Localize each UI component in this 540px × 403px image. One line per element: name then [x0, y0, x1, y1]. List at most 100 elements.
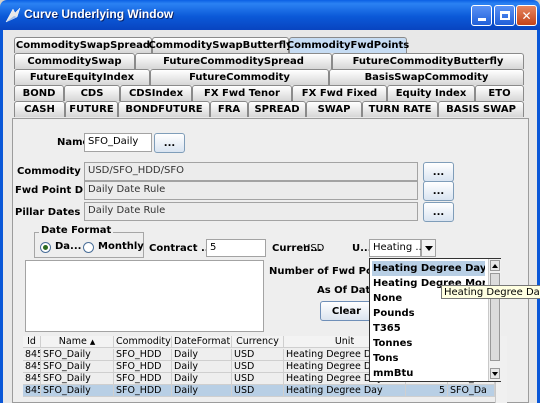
cell-id: 8455 [23, 361, 41, 373]
tab-turn-rate[interactable]: TURN RATE [362, 101, 438, 117]
col-commodity[interactable]: Commodity [114, 336, 172, 348]
sort-icon: ▲ [89, 338, 96, 346]
tab-future-equity-index[interactable]: FutureEquityIndex [14, 69, 150, 85]
commodity-label: Commodity [17, 166, 81, 177]
cell-currency: USD [232, 373, 284, 385]
col-currency[interactable]: Currency [232, 336, 284, 348]
cell-name: SFO_Daily [41, 349, 114, 361]
tab-swap[interactable]: SWAP [306, 101, 362, 117]
app-icon [5, 7, 21, 23]
tab-cds-index[interactable]: CDSIndex [120, 85, 192, 101]
cell-id: 8454 [23, 349, 41, 361]
table-row-selected[interactable]: 8457 SFO_Daily SFO_HDD Daily USD Heating… [23, 385, 495, 397]
window-title: Curve Underlying Window [24, 7, 174, 21]
unit-option[interactable]: Tonnes [372, 336, 485, 351]
unit-combo[interactable]: Heating ... [369, 239, 425, 257]
radio-daily-label: Da... [55, 241, 82, 252]
cell-name: SFO_Daily [41, 361, 114, 373]
tab-basis-swap[interactable]: BASIS SWAP [438, 101, 524, 117]
chevron-down-icon [424, 245, 433, 251]
radio-monthly[interactable] [83, 242, 94, 253]
tab-commodity-swap-butterfly[interactable]: CommoditySwapButterfly [148, 37, 293, 53]
cell-unit: Heating Degree Day [284, 385, 406, 397]
chevron-down-icon [492, 371, 498, 376]
cell-commodity: SFO_HDD [114, 385, 172, 397]
unit-option[interactable]: T365 [372, 321, 485, 336]
tab-future-commodity-butterfly[interactable]: FutureCommodityButterfly [332, 53, 524, 69]
chevron-up-icon [492, 263, 498, 268]
fwd-point-label: Fwd Point D... [15, 185, 95, 196]
commodity-field[interactable]: USD/SFO_HDD/SFO [84, 162, 418, 181]
scroll-down-arrow[interactable] [490, 368, 500, 379]
tab-fx-fwd-fixed[interactable]: FX Fwd Fixed [292, 85, 387, 101]
unit-option[interactable]: Tons [372, 351, 485, 366]
cell-extra-1: 5 [406, 385, 448, 397]
cell-id: 8456 [23, 373, 41, 385]
cell-extra-2: SFO_Da [448, 385, 495, 397]
tab-bond[interactable]: BOND [14, 85, 64, 101]
contract-label: Contract ... [149, 243, 213, 254]
cell-dateformat: Daily [172, 373, 232, 385]
cell-commodity: SFO_HDD [114, 349, 172, 361]
radio-daily[interactable] [40, 242, 51, 253]
unit-option[interactable]: mmBtu [372, 366, 485, 381]
cell-currency: USD [232, 385, 284, 397]
cell-commodity: SFO_HDD [114, 373, 172, 385]
tab-equity-index[interactable]: Equity Index [387, 85, 475, 101]
cell-id: 8457 [23, 385, 41, 397]
col-id[interactable]: Id [23, 336, 41, 348]
cell-currency: USD [232, 361, 284, 373]
tab-future[interactable]: FUTURE [65, 101, 118, 117]
pillar-dates-browse-button[interactable]: ... [423, 202, 454, 222]
cell-currency: USD [232, 349, 284, 361]
cell-commodity: SFO_HDD [114, 361, 172, 373]
cell-dateformat: Daily [172, 361, 232, 373]
tab-commodity-swap-spread[interactable]: CommoditySwapSpread [14, 37, 152, 53]
tooltip: Heating Degree Day [441, 285, 540, 299]
cell-dateformat: Daily [172, 385, 232, 397]
date-format-legend: Date Format [39, 225, 114, 236]
tab-cds[interactable]: CDS [64, 85, 120, 101]
name-browse-button[interactable]: ... [154, 133, 185, 153]
maximize-button[interactable] [494, 5, 515, 26]
pillar-dates-label: Pillar Dates [15, 207, 81, 218]
tab-future-commodity-spread[interactable]: FutureCommoditySpread [135, 53, 332, 69]
scroll-up-arrow[interactable] [490, 260, 500, 271]
contract-field[interactable]: 5 [206, 239, 266, 257]
cell-name: SFO_Daily [41, 373, 114, 385]
minimize-icon [477, 18, 486, 21]
tab-future-commodity[interactable]: FutureCommodity [150, 69, 329, 85]
maximize-icon [499, 11, 510, 20]
col-name[interactable]: Name ▲ [41, 336, 114, 348]
fwd-point-field[interactable]: Daily Date Rule [84, 181, 418, 200]
fwd-point-browse-button[interactable]: ... [423, 181, 454, 201]
clear-button[interactable]: Clear [320, 301, 373, 321]
close-button[interactable]: ✕ [516, 5, 537, 26]
tab-fx-fwd-tenor[interactable]: FX Fwd Tenor [192, 85, 292, 101]
pillar-dates-field[interactable]: Daily Date Rule [84, 202, 418, 221]
tab-cash[interactable]: CASH [14, 101, 65, 117]
dropdown-scrollbar[interactable] [488, 259, 501, 381]
name-field[interactable]: SFO_Daily [84, 133, 152, 152]
unit-dropdown-popup: Heating Degree Day Heating Degree Month … [369, 258, 501, 382]
minimize-button[interactable] [471, 5, 492, 26]
close-icon: ✕ [521, 8, 532, 23]
col-dateformat[interactable]: DateFormat [172, 336, 232, 348]
radio-monthly-label: Monthly [98, 241, 144, 252]
tab-bond-future[interactable]: BONDFUTURE [118, 101, 210, 117]
unit-option[interactable]: Heating Degree Day [372, 261, 485, 276]
currency-value: USD [303, 243, 325, 254]
tab-basis-swap-commodity[interactable]: BasisSwapCommodity [329, 69, 524, 85]
tab-commodity-swap[interactable]: CommoditySwap [14, 53, 135, 69]
cell-dateformat: Daily [172, 349, 232, 361]
unit-option[interactable]: Pounds [372, 306, 485, 321]
tab-eto[interactable]: ETO [475, 85, 524, 101]
tab-fra[interactable]: FRA [210, 101, 248, 117]
tab-spread[interactable]: SPREAD [248, 101, 306, 117]
points-list[interactable] [25, 260, 264, 332]
col-name-label: Name [58, 336, 87, 347]
cell-name: SFO_Daily [41, 385, 114, 397]
tab-commodity-fwd-points[interactable]: CommodityFwdPoints [287, 37, 409, 53]
commodity-browse-button[interactable]: ... [423, 162, 454, 182]
unit-combo-arrow[interactable] [421, 239, 436, 257]
